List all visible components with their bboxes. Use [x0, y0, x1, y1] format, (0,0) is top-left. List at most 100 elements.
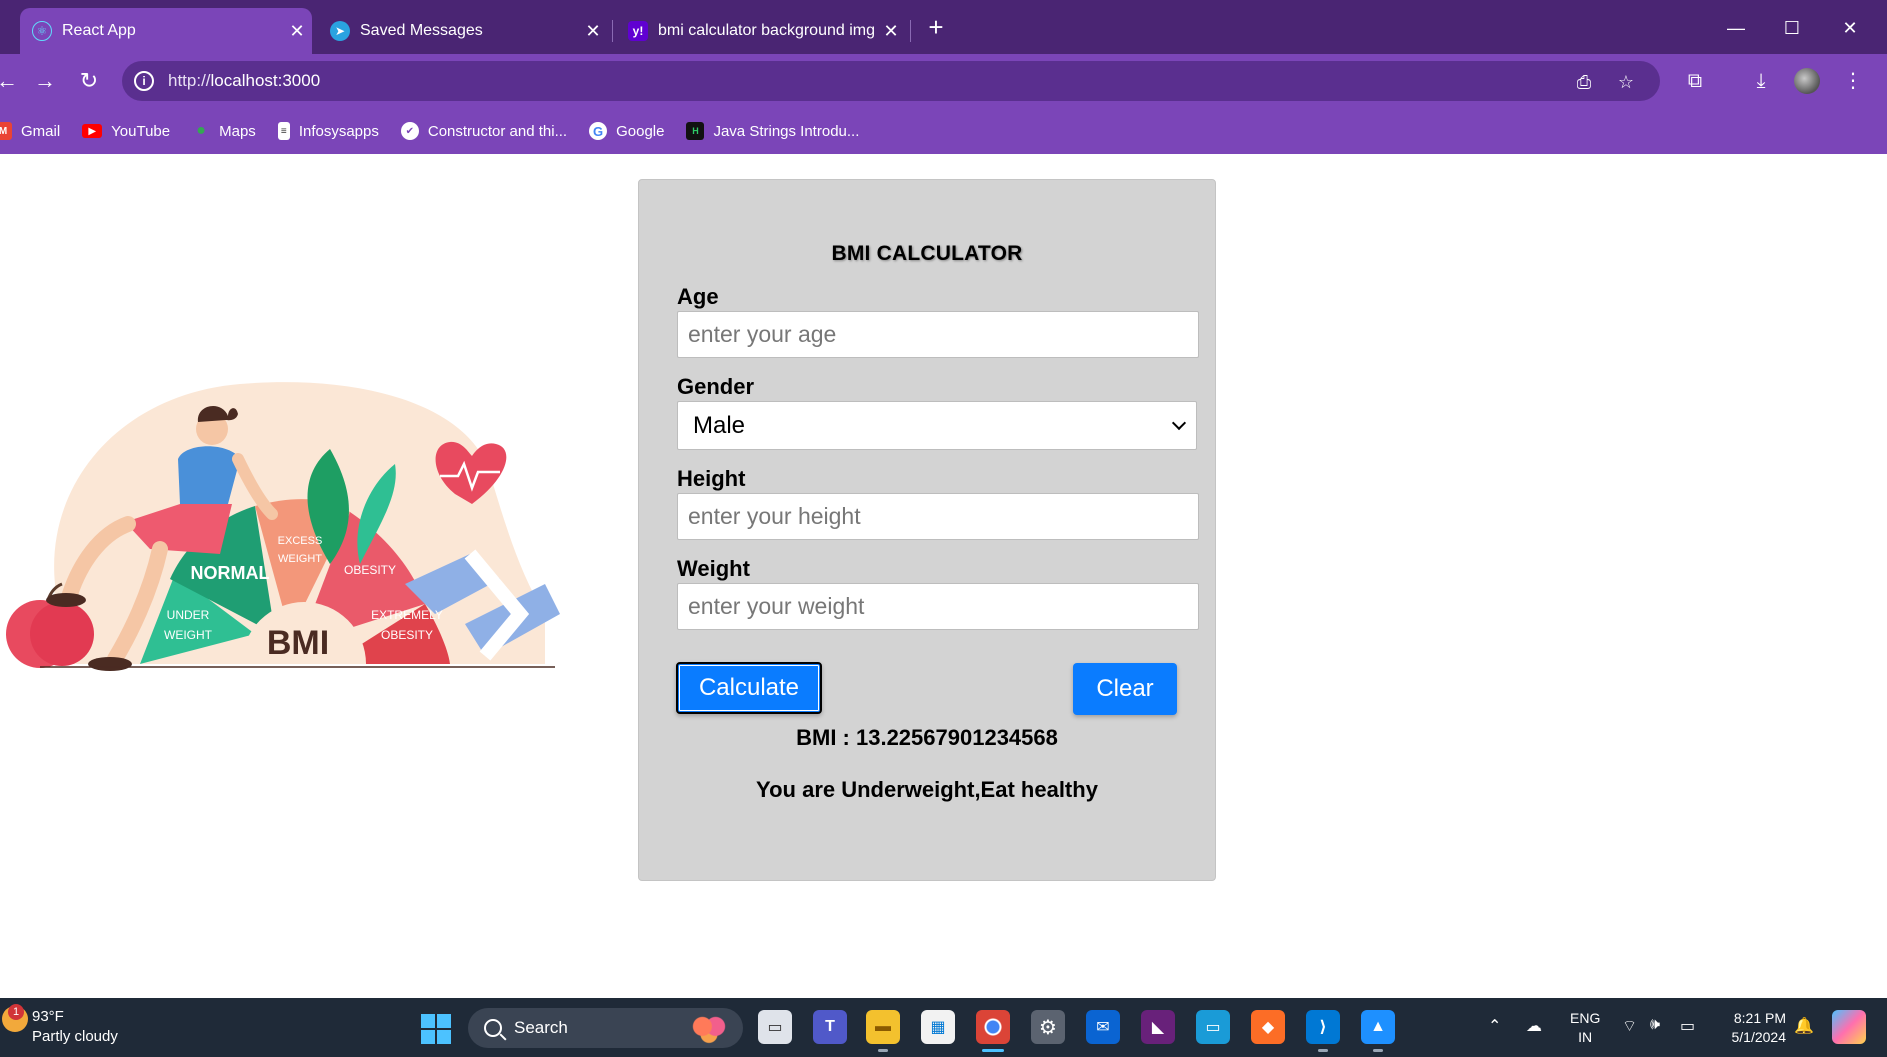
tab-react-app[interactable]: ⚛ React App ✕ — [20, 8, 312, 54]
battery-icon[interactable]: ▭ — [1680, 1016, 1695, 1036]
language-code: ENG — [1570, 1010, 1601, 1026]
site-info-icon[interactable]: i — [134, 71, 154, 91]
bookmark-maps[interactable]: ● Maps — [192, 122, 256, 140]
gitlab-icon[interactable]: ◆ — [1251, 1010, 1285, 1044]
label-underweight: UNDER — [167, 608, 210, 622]
profile-avatar[interactable] — [1794, 68, 1820, 94]
yahoo-icon: y! — [628, 21, 648, 41]
copilot-icon[interactable] — [1832, 1010, 1866, 1044]
windows-start-icon[interactable] — [421, 1014, 451, 1044]
microsoft-store-icon[interactable]: ▦ — [921, 1010, 955, 1044]
weather-notification-badge: 1 — [8, 1004, 24, 1020]
tab-divider — [612, 20, 613, 42]
weather-condition[interactable]: Partly cloudy — [32, 1028, 118, 1045]
browser-toolbar: ← → ↻ i http://localhost:3000 ⎙ ☆ ⧉ ⤓ ⋮ — [0, 54, 1887, 108]
wifi-icon[interactable]: ⌔ — [1622, 1016, 1637, 1036]
task-view-icon[interactable]: ▭ — [758, 1010, 792, 1044]
weight-input[interactable] — [677, 583, 1199, 630]
react-icon: ⚛ — [32, 21, 52, 41]
bookmark-label: YouTube — [111, 122, 171, 140]
svg-text:WEIGHT: WEIGHT — [278, 553, 322, 565]
gender-selected-value: Male — [693, 411, 746, 439]
download-icon[interactable]: ⤓ — [1746, 66, 1776, 96]
age-input[interactable] — [677, 311, 1199, 358]
maps-icon: ● — [196, 122, 206, 139]
system-clock[interactable]: 8:21 PM 5/1/2024 — [1718, 1009, 1787, 1047]
svg-text:OBESITY: OBESITY — [381, 628, 433, 642]
bookmarks-bar: M Gmail ▶ YouTube ● Maps ≡ Infosysapps ✔… — [0, 108, 1887, 154]
search-highlight-image — [687, 1012, 731, 1044]
minimize-icon[interactable]: — — [1716, 10, 1756, 46]
mail-icon[interactable]: ✉ — [1086, 1010, 1120, 1044]
new-tab-button[interactable]: + — [920, 12, 952, 44]
file-explorer-icon[interactable]: ▬ — [866, 1010, 900, 1044]
bookmark-google[interactable]: G Google — [589, 122, 664, 140]
back-icon[interactable]: ← — [0, 66, 22, 96]
label-excess-weight: EXCESS — [278, 535, 323, 547]
bookmark-java-strings[interactable]: H Java Strings Introdu... — [686, 122, 859, 140]
menu-kebab-icon[interactable]: ⋮ — [1838, 66, 1868, 96]
label-obesity: OBESITY — [344, 563, 396, 577]
clock-time: 8:21 PM — [1733, 1010, 1786, 1026]
forward-icon[interactable]: → — [30, 66, 60, 96]
bmi-illustration: UNDER WEIGHT NORMAL EXCESS WEIGHT OBESIT… — [6, 382, 560, 671]
tab-title: bmi calculator background img — [658, 22, 875, 39]
weather-temperature[interactable]: 93°F — [32, 1008, 64, 1025]
notification-bell-icon[interactable]: 🔔 — [1794, 1016, 1814, 1036]
app-running-indicator — [1373, 1049, 1383, 1052]
height-label: Height — [677, 466, 746, 491]
chevron-up-icon[interactable]: ⌃ — [1488, 1016, 1501, 1036]
apple-icon — [30, 602, 94, 666]
visual-studio-icon[interactable]: ◣ — [1141, 1010, 1175, 1044]
browser-tab-bar: ⚛ React App ✕ ➤ Saved Messages ✕ y! bmi … — [0, 0, 1887, 54]
language-indicator[interactable]: ENG IN — [1570, 1009, 1600, 1047]
remote-desktop-icon[interactable]: ▭ — [1196, 1010, 1230, 1044]
app-running-indicator — [878, 1049, 888, 1052]
url-host: localhost:3000 — [210, 71, 321, 90]
region-code: IN — [1578, 1029, 1593, 1045]
app-active-indicator — [982, 1049, 1004, 1052]
gender-select[interactable]: Male — [677, 401, 1197, 450]
hackerrank-icon: H — [686, 122, 705, 140]
bookmark-constructor[interactable]: ✔ Constructor and thi... — [400, 122, 568, 140]
tab-saved-messages[interactable]: ➤ Saved Messages ✕ — [318, 8, 608, 54]
page-viewport: UNDER WEIGHT NORMAL EXCESS WEIGHT OBESIT… — [0, 154, 1887, 998]
bookmark-star-icon[interactable]: ☆ — [1614, 70, 1638, 94]
bookmark-youtube[interactable]: ▶ YouTube — [82, 123, 170, 140]
settings-gear-icon[interactable]: ⚙ — [1031, 1010, 1065, 1044]
tab-bmi-search[interactable]: y! bmi calculator background img ✕ — [616, 8, 906, 54]
bookmark-label: Google — [616, 122, 665, 140]
extensions-icon[interactable]: ⧉ — [1680, 66, 1710, 96]
clear-button[interactable]: Clear — [1073, 663, 1177, 715]
bookmark-label: Constructor and thi... — [427, 122, 568, 140]
onedrive-icon[interactable]: ☁ — [1526, 1016, 1542, 1036]
check-circle-icon: ✔ — [400, 122, 419, 140]
windows-taskbar: 1 93°F Partly cloudy Search ▭ T ▬ ▦ ⚙ ✉ … — [0, 998, 1887, 1057]
close-tab-icon[interactable]: ✕ — [282, 21, 312, 42]
install-app-icon[interactable]: ⎙ — [1572, 70, 1596, 94]
close-tab-icon[interactable]: ✕ — [876, 21, 906, 42]
url-scheme: http:// — [168, 71, 211, 90]
reload-icon[interactable]: ↻ — [74, 66, 104, 96]
photos-icon[interactable]: ▲ — [1361, 1010, 1395, 1044]
close-tab-icon[interactable]: ✕ — [578, 21, 608, 42]
label-extremely-obesity: EXTREMELY — [371, 608, 443, 622]
address-url[interactable]: http://localhost:3000 — [168, 71, 320, 91]
close-window-icon[interactable]: ✕ — [1830, 10, 1870, 46]
tab-divider — [910, 20, 911, 42]
maximize-icon[interactable]: ☐ — [1772, 10, 1812, 46]
taskbar-search[interactable]: Search — [468, 1008, 743, 1048]
bookmark-label: Infosysapps — [298, 122, 379, 140]
telegram-icon: ➤ — [330, 21, 350, 41]
chrome-icon[interactable] — [976, 1010, 1010, 1044]
tab-title: Saved Messages — [360, 22, 483, 39]
vscode-icon[interactable]: ⟩ — [1306, 1010, 1340, 1044]
teams-icon[interactable]: T — [813, 1010, 847, 1044]
calculate-button[interactable]: Calculate — [676, 662, 822, 714]
bookmark-gmail[interactable]: M Gmail — [0, 122, 60, 140]
volume-icon[interactable]: 🕪 — [1650, 1016, 1660, 1034]
address-bar[interactable]: i http://localhost:3000 ⎙ ☆ — [122, 61, 1660, 101]
height-input[interactable] — [677, 493, 1199, 540]
bookmark-infosysapps[interactable]: ≡ Infosysapps — [277, 122, 379, 140]
weight-label: Weight — [677, 556, 750, 581]
